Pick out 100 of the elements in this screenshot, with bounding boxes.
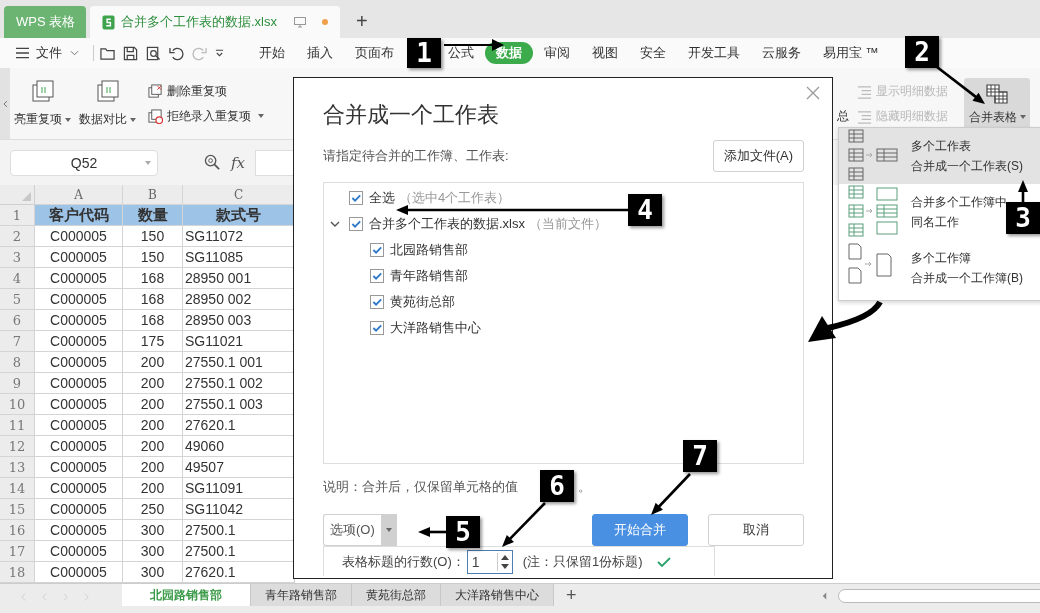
table-header-cell: 数量 [123,205,183,226]
monitor-icon[interactable] [294,16,306,28]
instruction-text: 请指定待合并的工作簿、工作表: [323,147,509,165]
row-number: 3 [0,247,35,268]
table-cell: C000005 [35,415,123,436]
ribbon-button[interactable]: 拒绝录入重复项 [148,107,264,125]
name-box[interactable]: Q52 [10,149,158,176]
folder-icon[interactable] [100,45,115,61]
table-cell: 168 [123,310,183,331]
close-icon[interactable] [806,86,820,100]
table-cell: 150 [123,247,183,268]
arrow [651,473,691,515]
table-cell: C000005 [35,268,123,289]
table-cell: C000005 [35,331,123,352]
remove-duplicates-icon [148,83,163,99]
step-number: 2 [905,36,939,68]
ribbon-tab[interactable]: 易用宝 ™ [812,42,890,64]
checkbox-label: 全选 [369,189,395,207]
print-preview-icon[interactable] [146,45,161,61]
ribbon-tab[interactable]: 审阅 [533,42,581,64]
cancel-button[interactable]: 取消 [708,514,804,546]
file-note: （当前文件） [529,215,607,233]
add-file-button[interactable]: 添加文件(A) [712,140,804,172]
checkbox[interactable] [349,191,363,205]
ribbon-button[interactable]: 亮重复项 [10,68,75,139]
caret-icon [65,117,71,122]
menu-item-subtitle: 同名工作 [911,213,960,231]
spin-down-icon[interactable] [500,563,509,569]
table-cell: 150 [123,226,183,247]
spin-up-icon[interactable] [500,554,509,560]
menu-item[interactable]: 合并多个工作簿中 同名工作 [839,184,1007,240]
column-header[interactable]: A [35,185,123,205]
table-cell: C000005 [35,541,123,562]
note-text: 。 [578,478,591,496]
caret-icon[interactable] [215,49,224,57]
sheet-name: 黄苑街总部 [390,293,455,311]
step-number: 3 [1006,202,1040,234]
menu-item-subtitle: 合并成一个工作表(S) [911,157,1023,175]
row-number: 6 [0,310,35,331]
checkbox[interactable] [370,269,384,283]
outline-icon [857,83,872,99]
note-text: 说明：合并后，仅保留单元格的值 [323,478,518,496]
row-number: 12 [0,436,35,457]
ribbon-tab[interactable]: 页面布 [344,42,405,64]
new-tab-button[interactable]: + [356,10,368,33]
table-cell: C000005 [35,310,123,331]
document-tab[interactable]: 合并多个工作表的数据.xlsx [90,6,340,38]
ribbon-tab[interactable]: 视图 [581,42,629,64]
ribbon-label: 总 [837,108,849,125]
table-cell: 168 [123,268,183,289]
row-number: 14 [0,478,35,499]
function-label[interactable]: fx [231,153,245,172]
options-button[interactable]: 选项(O) [323,514,381,546]
ribbon-button[interactable]: 删除重复项 [148,82,264,100]
table-icon [986,83,1008,104]
checkbox[interactable] [370,243,384,257]
table-cell: C000005 [35,247,123,268]
row-number: 7 [0,331,35,352]
menu-item[interactable]: 多个工作簿 合并成一个工作簿(B) [839,240,1023,296]
menu-item-title: 多个工作簿 [911,249,972,267]
ribbon-tab[interactable]: 开始 [248,42,296,64]
column-header[interactable]: C [183,185,295,205]
checkbox[interactable] [370,321,384,335]
scrollbar[interactable] [838,589,1040,603]
sheet-tab[interactable]: 黄苑街总部 [352,584,441,606]
undo-icon[interactable] [169,45,184,61]
scroll-left-icon[interactable] [821,591,828,601]
file-menu[interactable]: 文件 [36,44,62,62]
table-cell: C000005 [35,499,123,520]
caret-icon [385,528,392,532]
add-sheet-button[interactable]: + [566,584,577,606]
sheet-tab[interactable]: 大洋路销售中心 [441,584,554,606]
table-cell: C000005 [35,520,123,541]
ribbon-button[interactable]: 数据对比 [75,68,140,139]
menu-icon[interactable] [16,47,29,59]
row-number: 17 [0,541,35,562]
menu-item[interactable]: 多个工作表 合并成一个工作表(S) [839,128,1040,184]
sheet-name: 青年路销售部 [390,267,468,285]
ribbon-tab[interactable]: 开发工具 [677,42,751,64]
sheet-tab[interactable]: 北园路销售部 [122,584,251,606]
row-number: 2 [0,226,35,247]
zoom-icon[interactable] [204,154,221,171]
row-number: 4 [0,268,35,289]
table-cell: C000005 [35,226,123,247]
number-spinner[interactable]: 1 [466,549,513,574]
workbook-name: 合并多个工作表的数据.xlsx [369,215,525,233]
checkbox[interactable] [370,295,384,309]
chevron-down-icon[interactable] [330,219,340,229]
table-cell: C000005 [35,436,123,457]
ribbon-tab[interactable]: 插入 [296,42,344,64]
table-cell: 200 [123,373,183,394]
save-icon[interactable] [123,45,138,61]
outline-icon [857,108,872,124]
column-header[interactable]: B [123,185,183,205]
sheet-tab[interactable]: 青年路销售部 [251,584,352,606]
checkbox[interactable] [349,217,363,231]
table-cell: C000005 [35,457,123,478]
ribbon-tab[interactable]: 云服务 [751,42,812,64]
table-header-cell: 客户代码 [35,205,123,226]
ribbon-tab[interactable]: 安全 [629,42,677,64]
